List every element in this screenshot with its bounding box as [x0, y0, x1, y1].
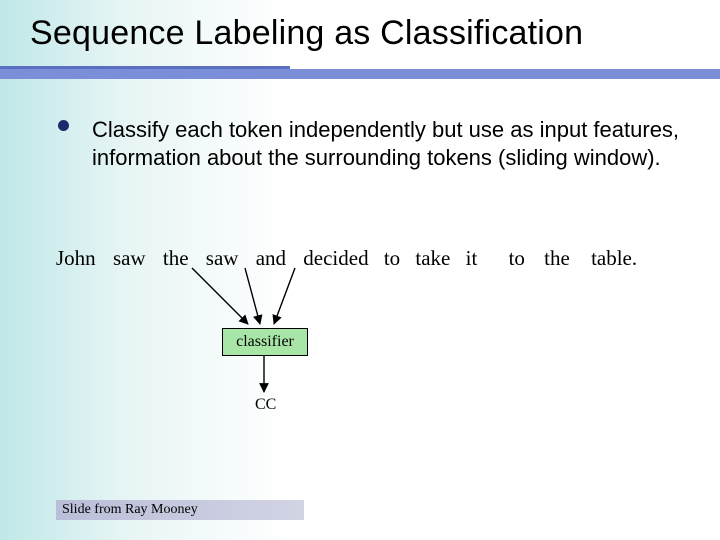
arrow-in-left	[192, 268, 248, 324]
slide-root: Sequence Labeling as Classification Clas…	[0, 0, 720, 540]
classifier-box: classifier	[222, 328, 308, 356]
rule-thick	[0, 69, 720, 79]
arrow-in-right	[274, 268, 295, 324]
title-rule	[0, 66, 720, 80]
token-the-2: the	[544, 246, 570, 271]
token-to-1: to	[384, 246, 400, 271]
bullet-text: Classify each token independently but us…	[92, 116, 692, 171]
token-saw-1: saw	[113, 246, 146, 271]
bullet-icon	[58, 120, 69, 131]
arrow-in-mid	[245, 268, 260, 324]
output-tag: CC	[255, 396, 276, 414]
token-and: and	[256, 246, 286, 271]
token-john: John	[56, 246, 96, 271]
slide-title: Sequence Labeling as Classification	[30, 14, 583, 53]
token-it: it	[466, 246, 478, 271]
attribution: Slide from Ray Mooney	[56, 500, 304, 520]
token-the-1: the	[163, 246, 189, 271]
token-take: take	[415, 246, 450, 271]
token-decided: decided	[303, 246, 368, 271]
token-to-2: to	[509, 246, 525, 271]
token-saw-2: saw	[206, 246, 239, 271]
token-table: table.	[591, 246, 637, 271]
example-sentence: John saw the saw and decided to take it …	[56, 246, 637, 271]
